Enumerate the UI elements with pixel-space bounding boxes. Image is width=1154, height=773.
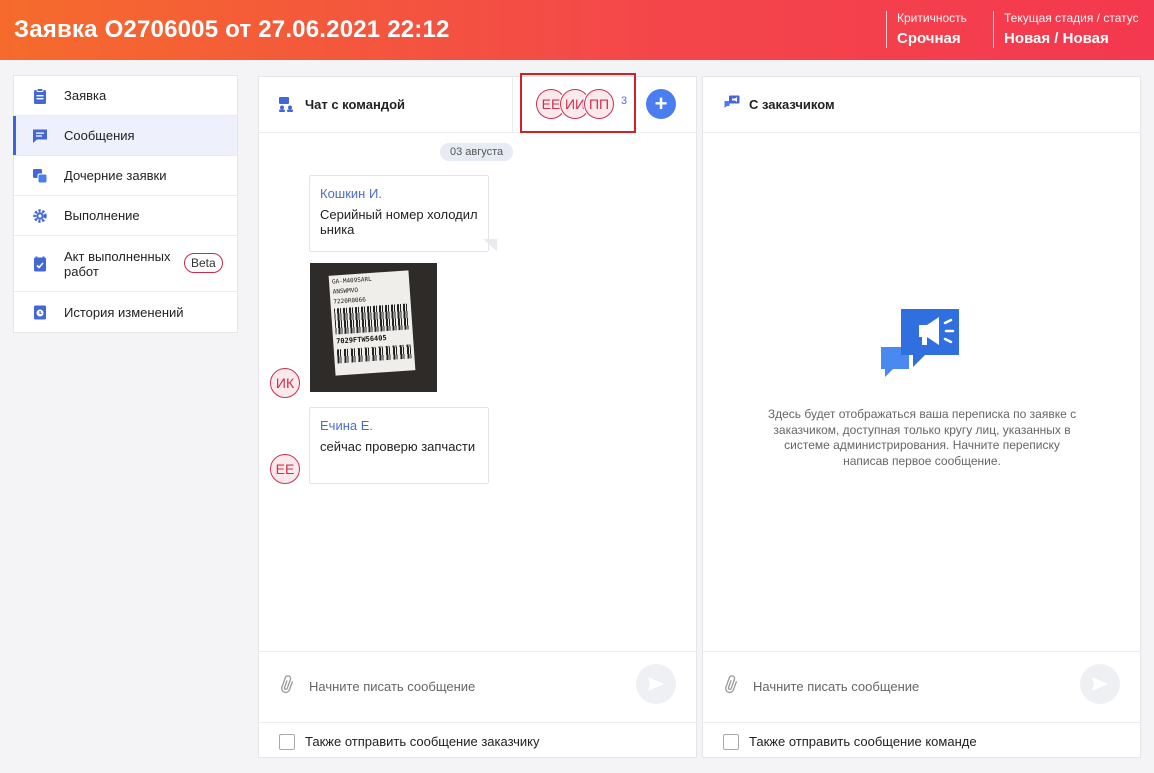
sidebar-item-label: Выполнение xyxy=(64,208,140,223)
sidebar-item-label: Сообщения xyxy=(64,128,135,143)
add-participant-button[interactable]: + xyxy=(646,89,676,119)
sidebar-item-act[interactable]: Акт выполненных работ Beta xyxy=(14,236,237,292)
team-icon xyxy=(279,97,293,112)
criticality-value: Срочная xyxy=(897,30,961,47)
send-to-team-row: Также отправить сообщение команде xyxy=(703,722,1140,758)
gear-icon xyxy=(33,209,47,223)
sender-avatar[interactable]: ЕЕ xyxy=(270,454,300,484)
barcode xyxy=(336,344,412,364)
sidebar-item-history[interactable]: История изменений xyxy=(14,292,237,332)
message-text: Серийный номер холодильника xyxy=(320,207,478,237)
megaphone-chat-icon xyxy=(881,309,959,377)
send-to-customer-checkbox[interactable] xyxy=(279,734,295,750)
message-bubble: Кошкин И. Серийный номер холодильника xyxy=(309,175,489,252)
message-bubble: Ечина Е. сейчас проверю запчасти xyxy=(309,407,489,484)
participant-avatar[interactable]: ПП xyxy=(584,89,614,119)
photo-label: GA-M409SARL ANSWMVO 7220R0066 7029FTW564… xyxy=(328,270,416,376)
customer-chat-icon xyxy=(724,95,740,108)
send-icon xyxy=(648,677,664,691)
stage-label: Текущая стадия / статус xyxy=(1004,11,1139,25)
empty-state-text: Здесь будет отображаться ваша переписка … xyxy=(767,407,1077,468)
stage-block: Текущая стадия / статус Новая / Новая xyxy=(993,11,1139,48)
message-photo[interactable]: GA-M409SARL ANSWMVO 7220R0066 7029FTW564… xyxy=(310,263,437,392)
message-composer xyxy=(259,651,696,722)
paperclip-icon[interactable] xyxy=(279,674,297,696)
customer-chat-title: С заказчиком xyxy=(749,97,835,112)
send-to-customer-row: Также отправить сообщение заказчику xyxy=(259,722,696,758)
message-text: сейчас проверю запчасти xyxy=(320,439,476,454)
sidebar-item-label: История изменений xyxy=(64,304,184,320)
sidebar-item-execution[interactable]: Выполнение xyxy=(14,196,237,236)
participants-count: 3 xyxy=(621,95,628,107)
send-button[interactable] xyxy=(636,664,676,704)
customer-chat-header: С заказчиком xyxy=(703,77,1140,133)
sidebar-item-label: Дочерние заявки xyxy=(64,168,167,183)
team-chat-panel: Чат с командой ЕЕ ИИ ПП 3 + 03 августа К… xyxy=(258,73,697,758)
act-icon xyxy=(34,256,46,272)
sidebar-item-label: Акт выполненных работ xyxy=(64,248,171,279)
sender-avatar[interactable]: ИК xyxy=(270,368,300,398)
send-icon xyxy=(1092,677,1108,691)
history-icon xyxy=(34,305,46,320)
stage-value: Новая / Новая xyxy=(1004,30,1109,47)
sidebar-item-messages[interactable]: Сообщения xyxy=(13,116,237,156)
send-button[interactable] xyxy=(1080,664,1120,704)
header-divider xyxy=(512,77,513,133)
send-to-customer-label[interactable]: Также отправить сообщение заказчику xyxy=(305,734,539,749)
customer-chat-panel: С заказчиком Здесь будет отображаться ва… xyxy=(702,76,1141,758)
date-separator: 03 августа xyxy=(440,143,514,161)
sidebar-item-label: Заявка xyxy=(64,88,107,103)
team-chat-title: Чат с командой xyxy=(305,97,406,112)
message-composer xyxy=(703,651,1140,722)
criticality-block: Критичность Срочная xyxy=(886,11,967,48)
team-chat-header: Чат с командой ЕЕ ИИ ПП 3 + xyxy=(259,73,696,133)
page-header: Заявка O2706005 от 27.06.2021 22:12 Крит… xyxy=(0,0,1154,60)
clipboard-icon xyxy=(34,88,46,104)
send-to-team-label[interactable]: Также отправить сообщение команде xyxy=(749,734,977,749)
participants-group[interactable]: ЕЕ ИИ ПП 3 xyxy=(520,73,636,133)
message-input[interactable] xyxy=(753,672,1073,700)
beta-badge: Beta xyxy=(184,253,223,273)
photo-serial: 7029FTW56405 xyxy=(335,334,387,346)
sidebar-item-request[interactable]: Заявка xyxy=(14,76,237,116)
chat-icon xyxy=(33,129,47,143)
page-title: Заявка O2706005 от 27.06.2021 22:12 xyxy=(14,16,450,43)
child-requests-icon xyxy=(33,169,48,184)
sidebar: Заявка Сообщения Дочерние заявки Выполне… xyxy=(13,75,238,333)
paperclip-icon[interactable] xyxy=(723,674,741,696)
send-to-team-checkbox[interactable] xyxy=(723,734,739,750)
criticality-label: Критичность xyxy=(897,11,967,25)
message-author[interactable]: Ечина Е. xyxy=(320,418,478,433)
barcode xyxy=(333,303,410,335)
bubble-tail xyxy=(483,239,497,251)
message-input[interactable] xyxy=(309,672,629,700)
sidebar-item-child-requests[interactable]: Дочерние заявки xyxy=(14,156,237,196)
message-author[interactable]: Кошкин И. xyxy=(320,186,478,201)
